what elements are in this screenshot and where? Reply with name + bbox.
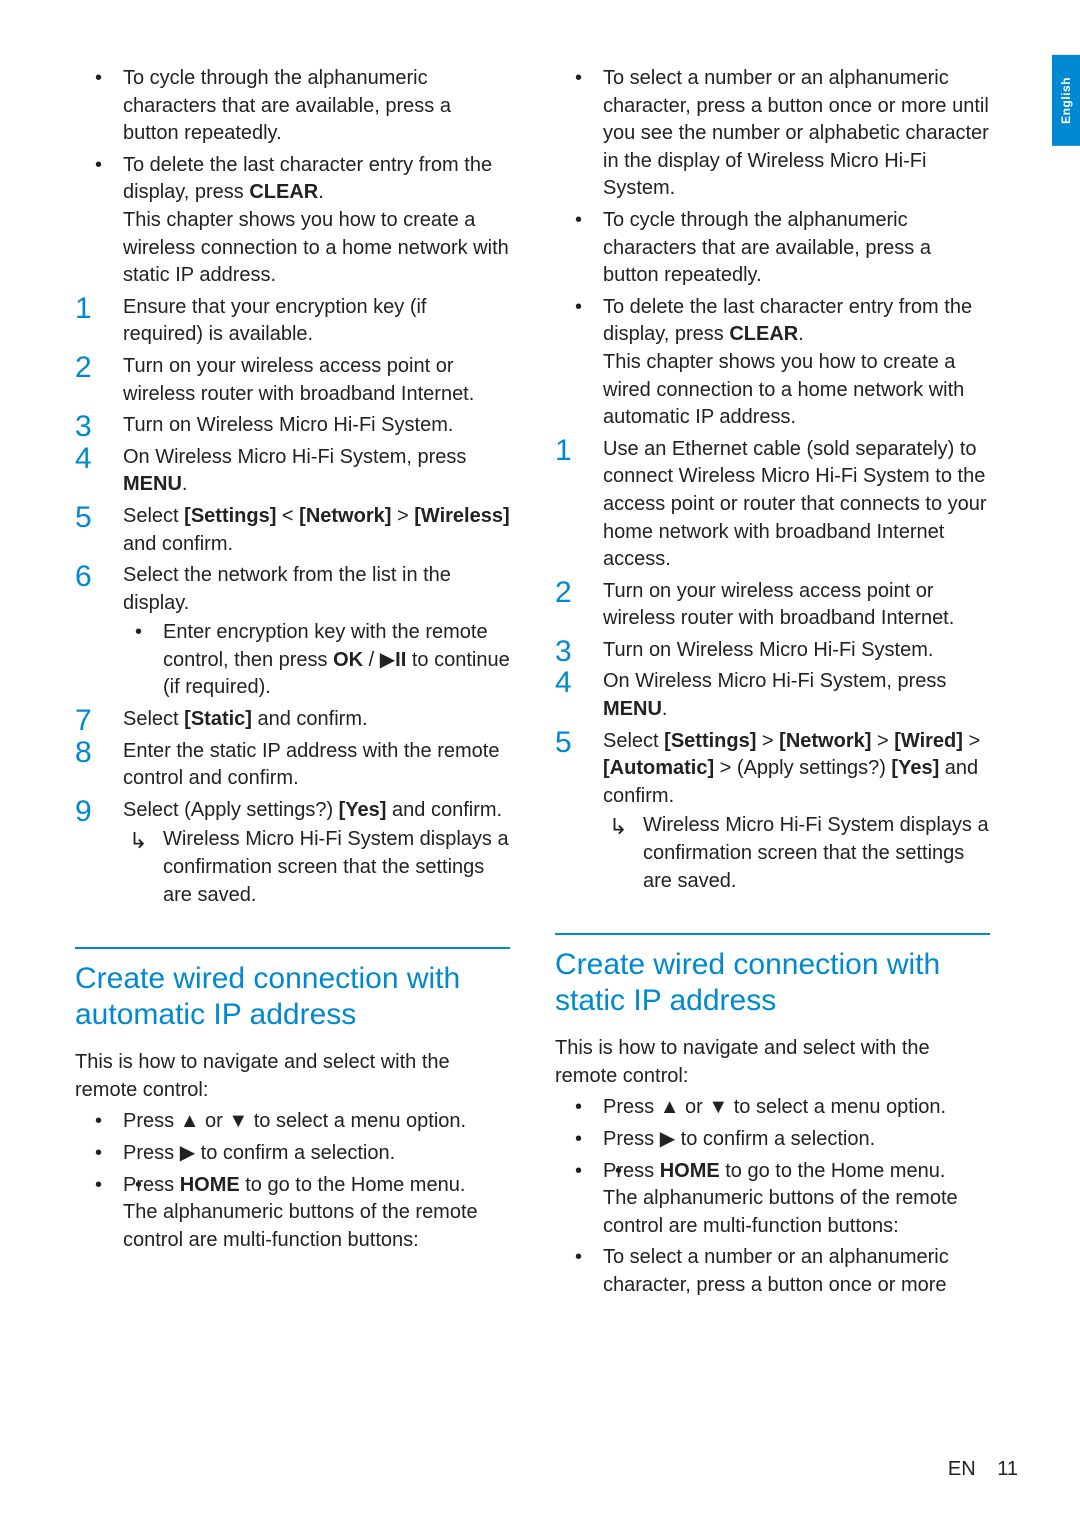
step-item: 6Select the network from the list in the…: [123, 562, 510, 702]
right-column: To select a number or an alphanumeric ch…: [555, 65, 990, 1380]
steps-list-right: 1Use an Ethernet cable (sold separately)…: [555, 436, 990, 896]
step-item: 3Turn on Wireless Micro Hi-Fi System.: [603, 637, 990, 665]
step-number: 1: [75, 288, 92, 329]
left-column: To cycle through the alphanumeric charac…: [75, 65, 510, 1380]
step-item: 1Ensure that your encryption key (if req…: [123, 294, 510, 349]
step-item: 5Select [Settings] > [Network] > [Wired]…: [603, 728, 990, 896]
step-item: 7Select [Static] and confirm.: [123, 706, 510, 734]
step-item: 5Select [Settings] < [Network] > [Wirele…: [123, 503, 510, 558]
language-tab: English: [1052, 55, 1080, 146]
section-heading: Create wired connection with automatic I…: [75, 947, 510, 1033]
step-item: 9Select (Apply settings?) [Yes] and conf…: [123, 797, 510, 909]
bullet-item: Press ▶ to confirm a selection.: [123, 1140, 510, 1168]
intro-paragraph: This is how to navigate and select with …: [75, 1049, 510, 1104]
step-item: 2Turn on your wireless access point or w…: [123, 353, 510, 408]
page-number: 11: [997, 1458, 1018, 1480]
bullet-item: To select a number or an alphanumeric ch…: [603, 65, 990, 203]
bullet-item: To delete the last character entry from …: [123, 152, 510, 290]
bullet-item: Enter encryption key with the remote con…: [163, 619, 510, 702]
steps-list-left: 1Ensure that your encryption key (if req…: [75, 294, 510, 909]
intro-paragraph: This is how to navigate and select with …: [555, 1035, 990, 1090]
step-item: 2Turn on your wireless access point or w…: [603, 578, 990, 633]
step-number: 2: [75, 347, 92, 388]
page-body: To cycle through the alphanumeric charac…: [0, 0, 1080, 1440]
step-item: 8Enter the static IP address with the re…: [123, 738, 510, 793]
page-footer: EN 11: [948, 1458, 1018, 1481]
section-heading: Create wired connection with static IP a…: [555, 933, 990, 1019]
nav-bullet-list-right: Press ▲ or ▼ to select a menu option. Pr…: [555, 1094, 990, 1299]
bullet-item: To cycle through the alphanumeric charac…: [603, 207, 990, 290]
step-item: 4On Wireless Micro Hi-Fi System, press M…: [123, 444, 510, 499]
step-number: 4: [75, 438, 92, 479]
step-number: 5: [555, 722, 572, 763]
bullet-item: Press HOME to go to the Home menu.The al…: [603, 1158, 990, 1241]
intro-bullet-list-left: To cycle through the alphanumeric charac…: [75, 65, 510, 290]
sub-bullet-list: Enter encryption key with the remote con…: [123, 619, 510, 702]
intro-bullet-list-right: To select a number or an alphanumeric ch…: [555, 65, 990, 432]
step-number: 2: [555, 572, 572, 613]
step-number: 1: [555, 430, 572, 471]
step-number: 4: [555, 662, 572, 703]
bullet-item: Press HOME to go to the Home menu.The al…: [123, 1172, 510, 1255]
step-number: 5: [75, 497, 92, 538]
bullet-item: To cycle through the alphanumeric charac…: [123, 65, 510, 148]
step-item: 4On Wireless Micro Hi-Fi System, press M…: [603, 668, 990, 723]
bullet-item: To select a number or an alphanumeric ch…: [603, 1244, 990, 1299]
step-item: 3Turn on Wireless Micro Hi-Fi System.: [123, 412, 510, 440]
step-number: 6: [75, 556, 92, 597]
bullet-item: To delete the last character entry from …: [603, 294, 990, 432]
step-item: 1Use an Ethernet cable (sold separately)…: [603, 436, 990, 574]
bullet-item: Press ▲ or ▼ to select a menu option.: [603, 1094, 990, 1122]
bullet-item: Press ▲ or ▼ to select a menu option.: [123, 1108, 510, 1136]
step-number: 8: [75, 732, 92, 773]
result-item: Wireless Micro Hi-Fi System displays a c…: [603, 812, 990, 895]
result-item: Wireless Micro Hi-Fi System displays a c…: [123, 826, 510, 909]
bullet-item: Press ▶ to confirm a selection.: [603, 1126, 990, 1154]
nav-bullet-list-left: Press ▲ or ▼ to select a menu option. Pr…: [75, 1108, 510, 1254]
step-number: 9: [75, 791, 92, 832]
footer-label: EN: [948, 1458, 976, 1480]
